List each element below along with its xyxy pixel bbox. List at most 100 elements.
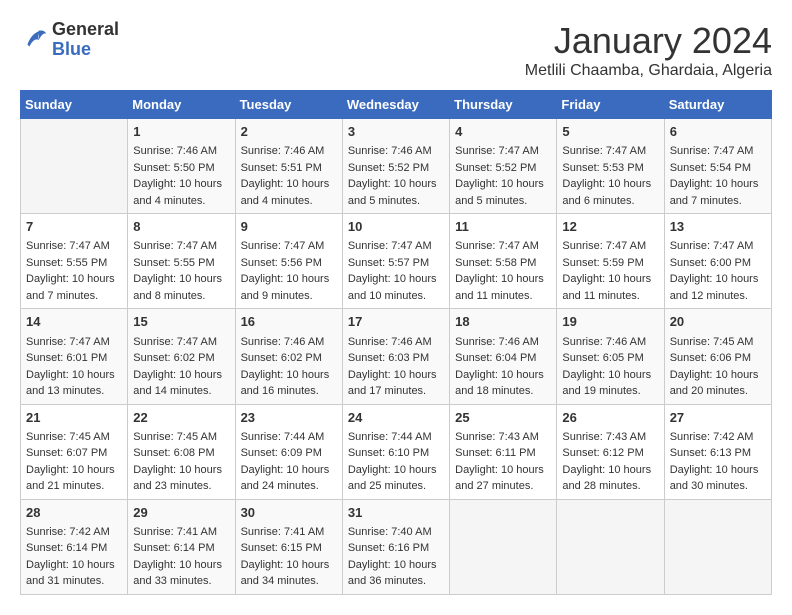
calendar-week-row: 21 Sunrise: 7:45 AMSunset: 6:07 PMDayligh… xyxy=(21,404,772,499)
day-info: Sunrise: 7:44 AMSunset: 6:10 PMDaylight:… xyxy=(348,429,444,495)
day-number: 3 xyxy=(348,123,444,141)
day-number: 1 xyxy=(133,123,229,141)
calendar-cell: 23 Sunrise: 7:44 AMSunset: 6:09 PMDayligh… xyxy=(235,404,342,499)
day-number: 28 xyxy=(26,504,122,522)
calendar-cell: 30 Sunrise: 7:41 AMSunset: 6:15 PMDayligh… xyxy=(235,499,342,594)
day-number: 25 xyxy=(455,409,551,427)
calendar-cell xyxy=(450,499,557,594)
day-info: Sunrise: 7:47 AMSunset: 5:53 PMDaylight:… xyxy=(562,143,658,209)
day-number: 7 xyxy=(26,218,122,236)
calendar-header: SundayMondayTuesdayWednesdayThursdayFrid… xyxy=(21,91,772,119)
calendar-cell: 6Sunrise: 7:47 AMSunset: 5:54 PMDaylight… xyxy=(664,119,771,214)
calendar-cell: 20 Sunrise: 7:45 AMSunset: 6:06 PMDayligh… xyxy=(664,309,771,404)
day-number: 18 xyxy=(455,313,551,331)
logo-icon xyxy=(20,26,48,54)
day-number: 20 xyxy=(670,313,766,331)
day-info: Sunrise: 7:46 AMSunset: 5:51 PMDaylight:… xyxy=(241,143,337,209)
day-info: Sunrise: 7:40 AMSunset: 6:16 PMDaylight:… xyxy=(348,524,444,590)
calendar-week-row: 28 Sunrise: 7:42 AMSunset: 6:14 PMDayligh… xyxy=(21,499,772,594)
day-info: Sunrise: 7:46 AMSunset: 6:04 PMDaylight:… xyxy=(455,334,551,400)
calendar-cell: 9Sunrise: 7:47 AMSunset: 5:56 PMDaylight… xyxy=(235,214,342,309)
days-of-week-row: SundayMondayTuesdayWednesdayThursdayFrid… xyxy=(21,91,772,119)
calendar-cell: 8 Sunrise: 7:47 AMSunset: 5:55 PMDaylight… xyxy=(128,214,235,309)
logo-blue: Blue xyxy=(52,40,119,60)
day-number: 5 xyxy=(562,123,658,141)
calendar-cell: 11Sunrise: 7:47 AMSunset: 5:58 PMDayligh… xyxy=(450,214,557,309)
calendar-body: 1 Sunrise: 7:46 AMSunset: 5:50 PMDaylight… xyxy=(21,119,772,595)
day-info: Sunrise: 7:41 AMSunset: 6:14 PMDaylight:… xyxy=(133,524,229,590)
page-header: General Blue January 2024 Metlili Chaamb… xyxy=(20,20,772,80)
day-number: 31 xyxy=(348,504,444,522)
calendar-cell: 12 Sunrise: 7:47 AMSunset: 5:59 PMDayligh… xyxy=(557,214,664,309)
calendar-cell: 15 Sunrise: 7:47 AMSunset: 6:02 PMDayligh… xyxy=(128,309,235,404)
day-number: 24 xyxy=(348,409,444,427)
day-of-week-header: Thursday xyxy=(450,91,557,119)
page-subtitle: Metlili Chaamba, Ghardaia, Algeria xyxy=(525,62,772,80)
calendar-cell: 17Sunrise: 7:46 AMSunset: 6:03 PMDayligh… xyxy=(342,309,449,404)
calendar-cell: 2 Sunrise: 7:46 AMSunset: 5:51 PMDaylight… xyxy=(235,119,342,214)
day-info: Sunrise: 7:47 AMSunset: 6:01 PMDaylight:… xyxy=(26,334,122,400)
day-number: 12 xyxy=(562,218,658,236)
day-number: 10 xyxy=(348,218,444,236)
calendar-cell: 21 Sunrise: 7:45 AMSunset: 6:07 PMDayligh… xyxy=(21,404,128,499)
day-info: Sunrise: 7:42 AMSunset: 6:14 PMDaylight:… xyxy=(26,524,122,590)
day-info: Sunrise: 7:47 AMSunset: 5:59 PMDaylight:… xyxy=(562,238,658,304)
day-number: 6 xyxy=(670,123,766,141)
calendar-week-row: 7 Sunrise: 7:47 AMSunset: 5:55 PMDaylight… xyxy=(21,214,772,309)
day-number: 15 xyxy=(133,313,229,331)
calendar-cell: 3Sunrise: 7:46 AMSunset: 5:52 PMDaylight… xyxy=(342,119,449,214)
calendar-cell: 25 Sunrise: 7:43 AMSunset: 6:11 PMDayligh… xyxy=(450,404,557,499)
calendar-cell: 13 Sunrise: 7:47 AMSunset: 6:00 PMDayligh… xyxy=(664,214,771,309)
calendar-cell: 10 Sunrise: 7:47 AMSunset: 5:57 PMDayligh… xyxy=(342,214,449,309)
day-info: Sunrise: 7:45 AMSunset: 6:07 PMDaylight:… xyxy=(26,429,122,495)
day-number: 19 xyxy=(562,313,658,331)
calendar-cell: 4Sunrise: 7:47 AMSunset: 5:52 PMDaylight… xyxy=(450,119,557,214)
calendar-cell: 26Sunrise: 7:43 AMSunset: 6:12 PMDayligh… xyxy=(557,404,664,499)
day-number: 21 xyxy=(26,409,122,427)
page-title: January 2024 xyxy=(525,20,772,62)
day-info: Sunrise: 7:47 AMSunset: 5:55 PMDaylight:… xyxy=(133,238,229,304)
calendar-cell: 5 Sunrise: 7:47 AMSunset: 5:53 PMDaylight… xyxy=(557,119,664,214)
day-info: Sunrise: 7:47 AMSunset: 5:55 PMDaylight:… xyxy=(26,238,122,304)
calendar-cell: 27 Sunrise: 7:42 AMSunset: 6:13 PMDayligh… xyxy=(664,404,771,499)
day-number: 14 xyxy=(26,313,122,331)
day-info: Sunrise: 7:41 AMSunset: 6:15 PMDaylight:… xyxy=(241,524,337,590)
day-info: Sunrise: 7:46 AMSunset: 6:02 PMDaylight:… xyxy=(241,334,337,400)
day-info: Sunrise: 7:44 AMSunset: 6:09 PMDaylight:… xyxy=(241,429,337,495)
day-number: 8 xyxy=(133,218,229,236)
day-info: Sunrise: 7:46 AMSunset: 5:50 PMDaylight:… xyxy=(133,143,229,209)
day-of-week-header: Sunday xyxy=(21,91,128,119)
title-area: January 2024 Metlili Chaamba, Ghardaia, … xyxy=(525,20,772,80)
logo-text: General Blue xyxy=(52,20,119,60)
day-info: Sunrise: 7:46 AMSunset: 6:03 PMDaylight:… xyxy=(348,334,444,400)
calendar-week-row: 14 Sunrise: 7:47 AMSunset: 6:01 PMDayligh… xyxy=(21,309,772,404)
calendar-cell xyxy=(557,499,664,594)
day-number: 16 xyxy=(241,313,337,331)
day-number: 13 xyxy=(670,218,766,236)
calendar-cell: 7 Sunrise: 7:47 AMSunset: 5:55 PMDaylight… xyxy=(21,214,128,309)
day-info: Sunrise: 7:45 AMSunset: 6:06 PMDaylight:… xyxy=(670,334,766,400)
day-info: Sunrise: 7:47 AMSunset: 6:00 PMDaylight:… xyxy=(670,238,766,304)
day-of-week-header: Wednesday xyxy=(342,91,449,119)
day-number: 9 xyxy=(241,218,337,236)
day-number: 22 xyxy=(133,409,229,427)
day-info: Sunrise: 7:47 AMSunset: 6:02 PMDaylight:… xyxy=(133,334,229,400)
day-info: Sunrise: 7:42 AMSunset: 6:13 PMDaylight:… xyxy=(670,429,766,495)
calendar-cell: 1 Sunrise: 7:46 AMSunset: 5:50 PMDaylight… xyxy=(128,119,235,214)
calendar-cell: 22Sunrise: 7:45 AMSunset: 6:08 PMDayligh… xyxy=(128,404,235,499)
calendar-cell: 31 Sunrise: 7:40 AMSunset: 6:16 PMDayligh… xyxy=(342,499,449,594)
calendar-cell: 16 Sunrise: 7:46 AMSunset: 6:02 PMDayligh… xyxy=(235,309,342,404)
day-number: 30 xyxy=(241,504,337,522)
calendar-cell: 18 Sunrise: 7:46 AMSunset: 6:04 PMDayligh… xyxy=(450,309,557,404)
calendar-cell: 28 Sunrise: 7:42 AMSunset: 6:14 PMDayligh… xyxy=(21,499,128,594)
logo: General Blue xyxy=(20,20,119,60)
calendar-cell: 24 Sunrise: 7:44 AMSunset: 6:10 PMDayligh… xyxy=(342,404,449,499)
day-info: Sunrise: 7:43 AMSunset: 6:11 PMDaylight:… xyxy=(455,429,551,495)
day-of-week-header: Monday xyxy=(128,91,235,119)
calendar-cell: 29Sunrise: 7:41 AMSunset: 6:14 PMDayligh… xyxy=(128,499,235,594)
day-number: 23 xyxy=(241,409,337,427)
day-info: Sunrise: 7:47 AMSunset: 5:57 PMDaylight:… xyxy=(348,238,444,304)
day-number: 2 xyxy=(241,123,337,141)
day-number: 27 xyxy=(670,409,766,427)
calendar-cell: 14 Sunrise: 7:47 AMSunset: 6:01 PMDayligh… xyxy=(21,309,128,404)
